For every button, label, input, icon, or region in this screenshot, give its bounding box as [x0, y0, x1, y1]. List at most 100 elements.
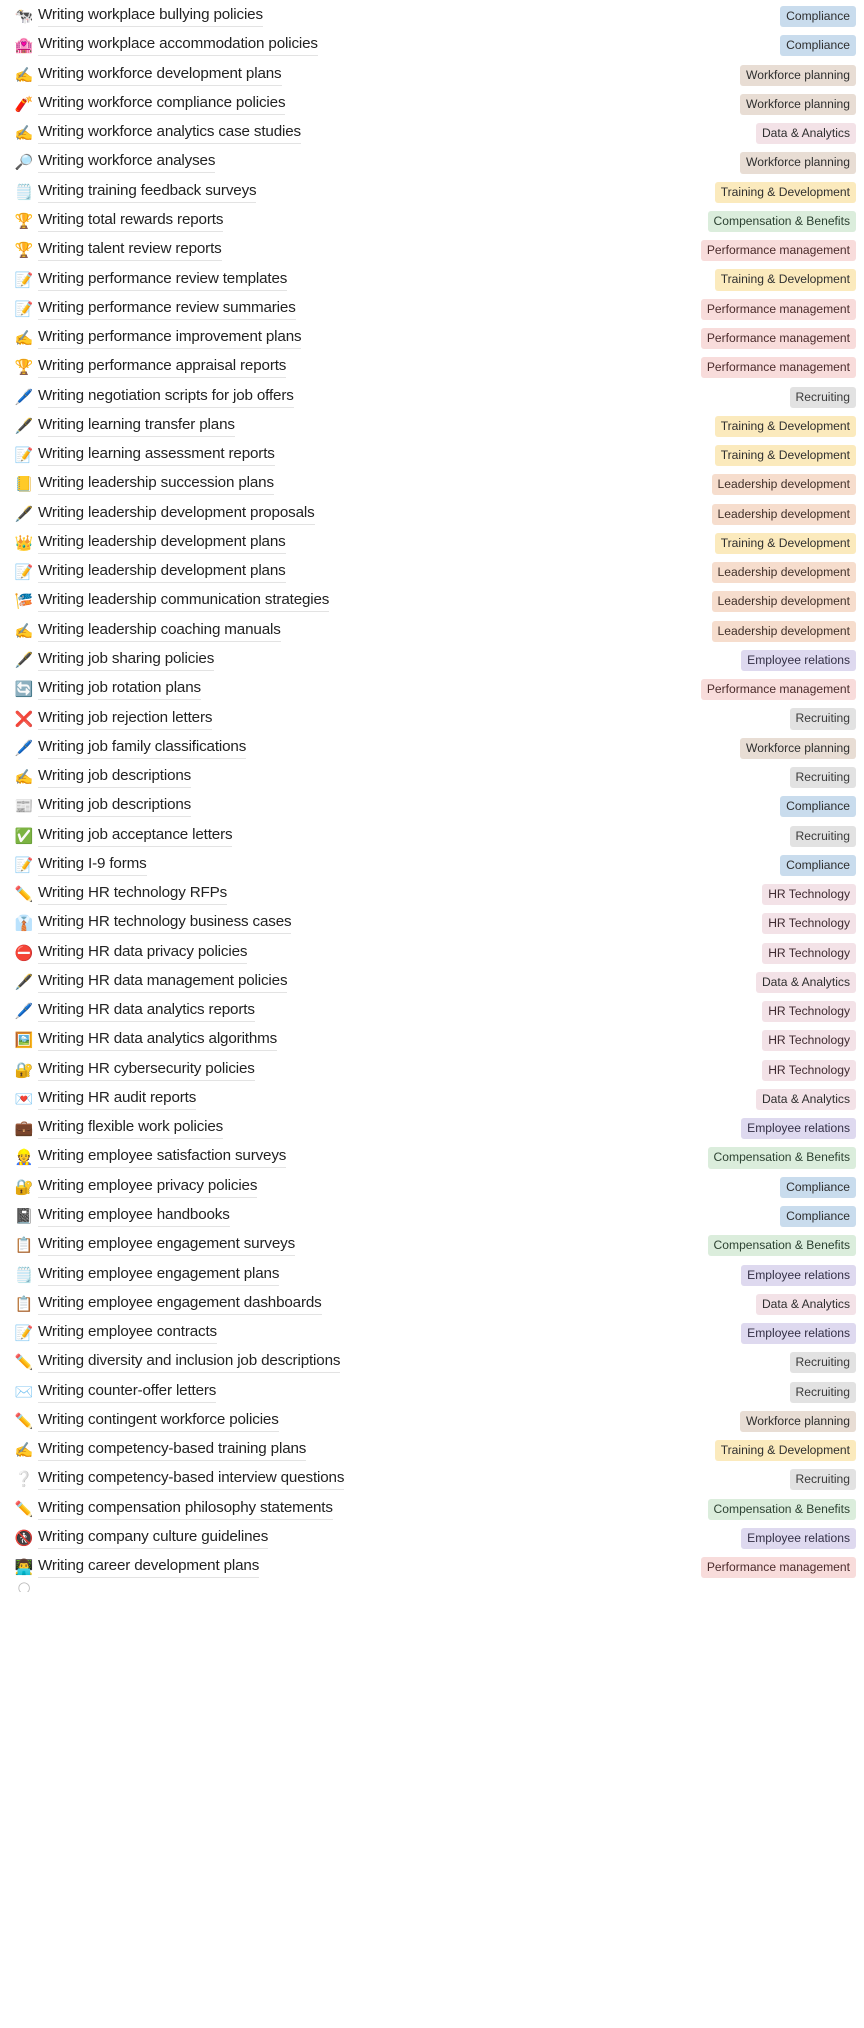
list-item-link[interactable]: Writing company culture guidelines [38, 1528, 268, 1549]
list-item[interactable]: ✍️ Writing workforce development plans Wor… [0, 61, 864, 90]
list-item-link[interactable]: Writing HR cybersecurity policies [38, 1060, 255, 1081]
list-item[interactable]: 💌 Writing HR audit reports Data & Analytic… [0, 1085, 864, 1114]
category-tag[interactable]: Training & Development [714, 415, 856, 437]
list-item[interactable]: 📋 Writing employee engagement surveys Comp… [0, 1231, 864, 1260]
list-item[interactable]: ❔ Writing competency-based interview ques… [0, 1465, 864, 1494]
list-item[interactable]: 🗒️ Writing employee engagement plans Emplo… [0, 1260, 864, 1289]
list-item-link[interactable]: Writing compensation philosophy statemen… [38, 1499, 333, 1520]
list-item[interactable]: ✍️ Writing workforce analytics case studi… [0, 119, 864, 148]
list-item-link[interactable]: Writing employee privacy policies [38, 1177, 257, 1198]
list-item[interactable]: ✏️ Writing compensation philosophy statem… [0, 1495, 864, 1524]
category-tag[interactable]: Recruiting [789, 825, 856, 847]
list-item-link[interactable]: Writing job descriptions [38, 796, 191, 818]
list-item-link[interactable]: Writing diversity and inclusion job desc… [38, 1352, 340, 1374]
category-tag[interactable]: Compensation & Benefits [707, 1235, 856, 1257]
list-item-link[interactable]: Writing HR technology RFPs [38, 884, 227, 906]
category-tag[interactable]: Compliance [780, 1205, 856, 1228]
list-item[interactable]: 🎏 Writing leadership communication strate… [0, 587, 864, 616]
list-item-link[interactable]: Writing leadership development plans [38, 562, 286, 584]
list-item[interactable]: 📋 Writing employee engagement dashboards D… [0, 1290, 864, 1319]
list-item-link[interactable]: Writing leadership coaching manuals [38, 621, 281, 642]
category-tag[interactable]: Workforce planning [740, 737, 856, 759]
list-item-link[interactable]: Writing leadership succession plans [38, 474, 274, 496]
list-item-link[interactable]: Writing job sharing policies [38, 650, 214, 671]
list-item[interactable]: 🧨 Writing workforce compliance policies Wo… [0, 90, 864, 119]
category-tag[interactable]: Employee relations [741, 1264, 856, 1286]
category-tag[interactable]: HR Technology [762, 942, 856, 964]
category-tag[interactable]: Employee relations [741, 649, 856, 672]
category-tag[interactable]: Performance management [700, 240, 856, 262]
category-tag[interactable]: Workforce planning [740, 64, 856, 86]
category-tag[interactable]: Leadership development [711, 620, 856, 642]
list-item[interactable]: 🖊️ Writing job family classifications Work… [0, 734, 864, 763]
list-item[interactable]: 👨‍💻 Writing career development plans Perfo… [0, 1553, 864, 1582]
list-item[interactable]: 👑 Writing leadership development plans Tra… [0, 529, 864, 558]
category-tag[interactable]: Leadership development [711, 474, 856, 496]
list-item-link[interactable]: Writing competency-based training plans [38, 1440, 306, 1462]
list-item[interactable]: 🏆 Writing talent review reports Performanc… [0, 236, 864, 265]
category-tag[interactable]: Leadership development [711, 591, 856, 613]
list-item-link[interactable]: Writing workforce compliance policies [38, 94, 286, 115]
category-tag[interactable]: Training & Development [714, 181, 856, 203]
category-tag[interactable]: Leadership development [711, 503, 856, 525]
list-item-link[interactable]: Writing HR data privacy policies [38, 943, 247, 964]
category-tag[interactable]: Compliance [780, 796, 856, 818]
list-item-link[interactable]: Writing competency-based interview quest… [38, 1469, 344, 1491]
list-item-link[interactable]: Writing total rewards reports [38, 211, 223, 232]
list-item[interactable]: 🔐 Writing employee privacy policies Compli… [0, 1173, 864, 1202]
category-tag[interactable]: Leadership development [711, 562, 856, 584]
category-tag[interactable]: HR Technology [762, 884, 856, 906]
category-tag[interactable]: Compensation & Benefits [707, 210, 856, 233]
list-item[interactable]: 👷 Writing employee satisfaction surveys Co… [0, 1143, 864, 1172]
list-item-link[interactable]: Writing learning assessment reports [38, 445, 275, 467]
list-item[interactable]: 🖊️ Writing HR data analytics reports HR Te… [0, 997, 864, 1026]
list-item[interactable]: 🖋️ Writing leadership development proposa… [0, 500, 864, 529]
category-tag[interactable]: Data & Analytics [755, 971, 856, 993]
list-item-link[interactable]: Writing employee contracts [38, 1323, 217, 1345]
list-item-link[interactable]: Writing job acceptance letters [38, 826, 233, 847]
category-tag[interactable]: Training & Development [714, 445, 856, 467]
list-item[interactable]: 🔄 Writing job rotation plans Performance m… [0, 675, 864, 704]
list-item-link[interactable]: Writing counter-offer letters [38, 1382, 216, 1403]
list-item-link[interactable]: Writing employee engagement dashboards [38, 1294, 322, 1315]
list-item[interactable]: 🖋️ Writing job sharing policies Employee r… [0, 646, 864, 675]
category-tag[interactable]: HR Technology [762, 1030, 856, 1052]
category-tag[interactable]: Workforce planning [740, 93, 856, 115]
list-item[interactable]: ✏️ Writing HR technology RFPs HR Technolog… [0, 880, 864, 909]
category-tag[interactable]: Data & Analytics [755, 1088, 856, 1110]
category-tag[interactable]: Training & Development [714, 1440, 856, 1462]
category-tag[interactable]: HR Technology [762, 913, 856, 935]
category-tag[interactable]: Recruiting [789, 1469, 856, 1491]
list-item[interactable]: ✉️ Writing counter-offer letters Recruitin… [0, 1377, 864, 1406]
list-item[interactable]: ✅ Writing job acceptance letters Recruitin… [0, 821, 864, 850]
list-item-link[interactable]: Writing performance appraisal reports [38, 357, 286, 379]
list-item-partial[interactable]: ○ [0, 1582, 864, 1592]
list-item[interactable]: 🖋️ Writing HR data management policies Dat… [0, 968, 864, 997]
list-item[interactable]: 🖊️ Writing negotiation scripts for job of… [0, 382, 864, 411]
list-item[interactable]: ✍️ Writing competency-based training plan… [0, 1436, 864, 1465]
list-item-link[interactable]: Writing flexible work policies [38, 1118, 223, 1140]
list-item[interactable]: ✏️ Writing contingent workforce policies W… [0, 1407, 864, 1436]
list-item[interactable]: 🐄 Writing workplace bullying policies Comp… [0, 2, 864, 31]
list-item[interactable]: ⛔ Writing HR data privacy policies HR Tech… [0, 939, 864, 968]
list-item-link[interactable]: Writing workplace accommodation policies [38, 35, 318, 57]
category-tag[interactable]: Training & Development [714, 532, 856, 554]
list-item-link[interactable]: Writing training feedback surveys [38, 182, 257, 203]
list-item[interactable]: 🔎 Writing workforce analyses Workforce pla… [0, 148, 864, 177]
list-item[interactable]: ✍️ Writing leadership coaching manuals Lea… [0, 617, 864, 646]
list-item[interactable]: 📝 Writing I-9 forms Compliance [0, 851, 864, 880]
category-tag[interactable]: Performance management [700, 328, 856, 350]
category-tag[interactable]: Compliance [780, 6, 856, 28]
list-item[interactable]: 📝 Writing performance review templates Tra… [0, 265, 864, 294]
list-item-link[interactable]: Writing HR technology business cases [38, 913, 292, 935]
category-tag[interactable]: Performance management [700, 679, 856, 701]
category-tag[interactable]: Workforce planning [740, 1410, 856, 1432]
category-tag[interactable]: Training & Development [714, 269, 856, 291]
list-item[interactable]: 📒 Writing leadership succession plans Lead… [0, 470, 864, 499]
list-item-link[interactable]: Writing employee engagement surveys [38, 1235, 295, 1257]
list-item-link[interactable]: Writing HR data analytics algorithms [38, 1030, 277, 1052]
list-item[interactable]: ✍️ Writing performance improvement plans P… [0, 324, 864, 353]
category-tag[interactable]: Performance management [700, 357, 856, 379]
list-item-link[interactable]: Writing job rotation plans [38, 679, 201, 701]
list-item[interactable]: 📝 Writing learning assessment reports Trai… [0, 441, 864, 470]
